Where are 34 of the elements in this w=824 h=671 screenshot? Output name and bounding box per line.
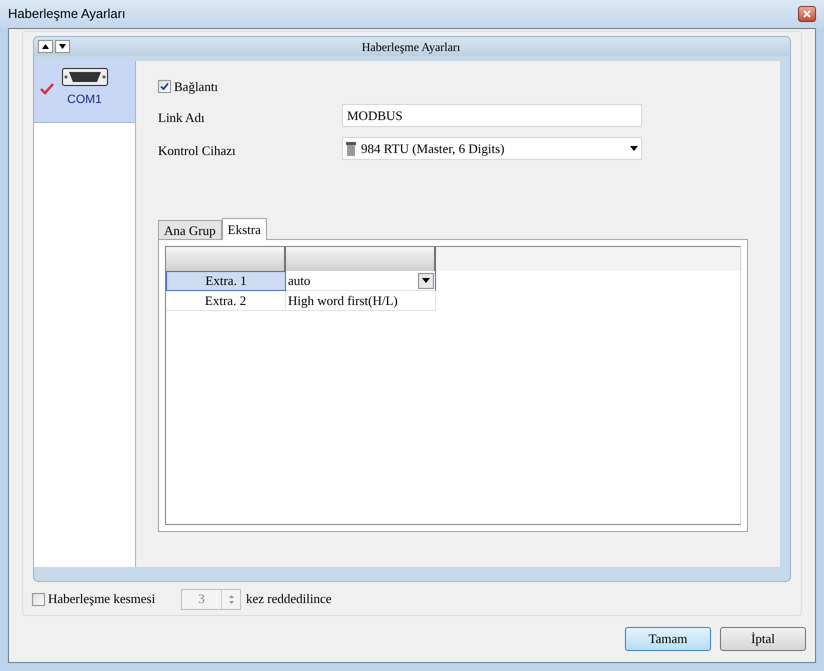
field-label: Link Adı (158, 108, 206, 127)
caret-icon (422, 278, 430, 283)
caret-icon (630, 146, 638, 151)
dropdown-button[interactable] (418, 272, 434, 288)
tab[interactable]: Ana Grup (158, 220, 222, 239)
up-arrow-icon (42, 44, 49, 49)
spin-up-icon (228, 594, 234, 598)
property-value[interactable]: High word first(H/L) (286, 291, 436, 311)
retry-suffix: kez reddedilince (246, 590, 332, 608)
close-button[interactable] (798, 6, 816, 22)
panel-title: Haberleşme Ayarları (362, 38, 460, 56)
checkbox-label: Bağlantı (174, 78, 218, 96)
device-icon (346, 142, 356, 156)
tab[interactable]: Ekstra (222, 218, 267, 240)
port-tab[interactable]: COM1 (34, 61, 135, 123)
input-field[interactable]: MODBUS (342, 104, 642, 127)
port-label: COM1 (67, 91, 102, 108)
down-arrow-icon (59, 44, 66, 49)
dialog-button[interactable]: Tamam (625, 627, 711, 651)
move-down-button[interactable] (55, 40, 70, 53)
serial-port-icon (62, 68, 108, 86)
close-icon (803, 10, 811, 18)
select-field[interactable]: 984 RTU (Master, 6 Digits) (342, 137, 642, 160)
spin-down-icon (228, 600, 234, 604)
property-name[interactable]: Extra. 2 (166, 291, 286, 311)
checkbox[interactable] (32, 592, 45, 606)
dialog-button[interactable]: İptal (720, 627, 806, 651)
checkbox-label: Haberleşme kesmesi (48, 590, 156, 608)
field-label: Kontrol Cihazı (158, 142, 237, 160)
property-value[interactable]: auto (286, 271, 436, 291)
property-name[interactable]: Extra. 1 (166, 271, 286, 291)
move-up-button[interactable] (38, 40, 53, 53)
checkbox[interactable] (158, 80, 171, 93)
window-title: Haberleşme Ayarları (8, 5, 126, 24)
